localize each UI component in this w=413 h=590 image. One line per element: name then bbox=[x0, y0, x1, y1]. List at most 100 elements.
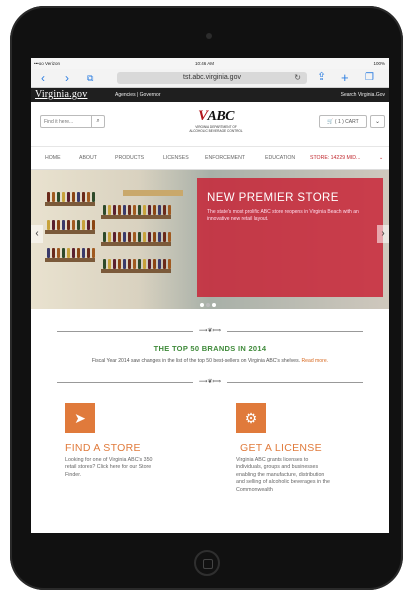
nav-item-licenses[interactable]: LICENSES bbox=[163, 155, 189, 161]
bottle bbox=[123, 232, 126, 242]
bottle bbox=[143, 232, 146, 242]
bottle bbox=[163, 259, 166, 269]
bottle bbox=[87, 220, 90, 230]
virginia-gov-logo[interactable]: Virginia.gov bbox=[35, 89, 87, 100]
bottle bbox=[77, 192, 80, 202]
bottle bbox=[153, 232, 156, 242]
location-arrow-icon[interactable]: ➤ bbox=[65, 403, 95, 433]
bottle bbox=[67, 248, 70, 258]
carousel-dot[interactable] bbox=[200, 303, 204, 307]
bottle bbox=[118, 259, 121, 269]
bottle bbox=[77, 220, 80, 230]
bottle bbox=[103, 205, 106, 215]
top50-text: Fiscal Year 2014 saw changes in the list… bbox=[91, 358, 329, 364]
nav-item-education[interactable]: EDUCATION bbox=[265, 155, 295, 161]
logo-subtitle-2: ALCOHOLIC BEVERAGE CONTROL bbox=[189, 129, 243, 133]
bottle bbox=[133, 259, 136, 269]
main-nav: HOME ABOUT PRODUCTS LICENSES ENFORCEMENT… bbox=[31, 147, 389, 170]
new-tab-icon[interactable]: + bbox=[341, 71, 349, 84]
bottle bbox=[52, 248, 55, 258]
abc-logo[interactable]: VABC VIRGINIA DEPARTMENT OF ALCOHOLIC BE… bbox=[181, 108, 251, 133]
bottle bbox=[148, 205, 151, 215]
home-button[interactable] bbox=[194, 550, 220, 576]
bottle bbox=[138, 205, 141, 215]
bottle bbox=[82, 192, 85, 202]
bottle bbox=[148, 232, 151, 242]
site-search-input[interactable]: Find it here... ⌕ bbox=[40, 115, 105, 128]
top50-title[interactable]: THE TOP 50 BRANDS IN 2014 bbox=[31, 344, 389, 353]
bottle bbox=[148, 259, 151, 269]
shelf bbox=[101, 242, 171, 246]
bottle bbox=[158, 259, 161, 269]
bottle bbox=[47, 248, 50, 258]
carousel-prev-icon[interactable]: ‹ bbox=[31, 225, 43, 243]
gear-icon[interactable]: ⚙ bbox=[236, 403, 266, 433]
bottle bbox=[128, 259, 131, 269]
bottle bbox=[138, 259, 141, 269]
carousel-next-icon[interactable]: › bbox=[377, 225, 389, 243]
tabs-icon[interactable]: ❐ bbox=[365, 71, 374, 84]
shelf bbox=[45, 230, 95, 234]
bottle bbox=[108, 232, 111, 242]
bottle bbox=[103, 232, 106, 242]
camera-dot bbox=[206, 33, 212, 39]
nav-item-about[interactable]: ABOUT bbox=[79, 155, 97, 161]
bottle bbox=[163, 232, 166, 242]
url-bar[interactable]: tst.abc.virginia.gov ↻ bbox=[117, 72, 307, 84]
nav-item-home[interactable]: HOME bbox=[45, 155, 61, 161]
read-more-link[interactable]: Read more. bbox=[301, 358, 328, 364]
ornament-icon: ⟿❦⟾ bbox=[193, 327, 227, 334]
get-license-text: Virginia ABC grants licenses to individu… bbox=[236, 457, 330, 493]
nav-item-store[interactable]: STORE: 14229 MID... bbox=[310, 155, 360, 161]
reload-icon[interactable]: ↻ bbox=[294, 72, 301, 84]
bottle bbox=[87, 248, 90, 258]
bottle bbox=[153, 259, 156, 269]
bottle bbox=[153, 205, 156, 215]
bottle bbox=[47, 220, 50, 230]
ornament-icon: ⟿❦⟾ bbox=[193, 378, 227, 385]
nav-item-products[interactable]: PRODUCTS bbox=[115, 155, 144, 161]
search-icon[interactable]: ⌕ bbox=[91, 116, 104, 127]
cart-label: ( 1 ) CART bbox=[334, 119, 359, 125]
shelf bbox=[101, 215, 171, 219]
get-license-title[interactable]: GET A LICENSE bbox=[240, 442, 322, 454]
agencies-governor-links[interactable]: Agencies | Governor bbox=[115, 92, 161, 98]
battery-label: 100% bbox=[373, 61, 385, 66]
find-store-text: Looking for one of Virginia ABC's 350 re… bbox=[65, 457, 153, 478]
chevron-left-icon[interactable]: ‹ bbox=[41, 71, 45, 85]
shelf bbox=[45, 258, 95, 262]
promo-title: NEW PREMIER STORE bbox=[207, 192, 339, 204]
bottle bbox=[113, 259, 116, 269]
cart-button[interactable]: 🛒 ( 1 ) CART bbox=[319, 115, 367, 128]
hero-carousel[interactable]: ‹ NEW PREMIER STORE The state's most pro… bbox=[31, 170, 389, 309]
bottle bbox=[82, 248, 85, 258]
bottle bbox=[57, 192, 60, 202]
bottle bbox=[118, 232, 121, 242]
search-placeholder: Find it here... bbox=[44, 119, 74, 125]
bottle bbox=[158, 205, 161, 215]
bottle bbox=[77, 248, 80, 258]
bottle bbox=[57, 248, 60, 258]
tablet-screen: •••oo Verizon 10:46 AM 100% ‹ › ⧉ tst.ab… bbox=[31, 58, 389, 533]
carousel-dot[interactable] bbox=[206, 303, 210, 307]
nav-item-enforcement[interactable]: ENFORCEMENT bbox=[205, 155, 245, 161]
search-virginia-link[interactable]: Search Virginia.Gov bbox=[341, 92, 385, 98]
chevron-right-icon[interactable]: › bbox=[65, 71, 69, 85]
bottle bbox=[143, 259, 146, 269]
browser-toolbar: ‹ › ⧉ tst.abc.virginia.gov ↻ ⇪ + ❐ bbox=[31, 69, 389, 88]
bottle bbox=[113, 205, 116, 215]
bottle bbox=[118, 205, 121, 215]
find-store-title[interactable]: FIND A STORE bbox=[65, 442, 141, 454]
bottle bbox=[67, 220, 70, 230]
bottle bbox=[168, 205, 171, 215]
promo-text: The state's most prolific ABC store reop… bbox=[207, 209, 359, 222]
carousel-dot[interactable] bbox=[212, 303, 216, 307]
share-icon[interactable]: ⇪ bbox=[317, 71, 326, 84]
store-chevron-icon[interactable]: ⌄ bbox=[379, 155, 383, 161]
bottle bbox=[62, 192, 65, 202]
chevron-down-icon[interactable]: ⌄ bbox=[370, 115, 385, 128]
promo-panel[interactable]: NEW PREMIER STORE The state's most proli… bbox=[197, 178, 383, 297]
bottle bbox=[52, 192, 55, 202]
carrier-label: •••oo Verizon bbox=[34, 61, 60, 66]
bookmarks-icon[interactable]: ⧉ bbox=[87, 71, 93, 85]
